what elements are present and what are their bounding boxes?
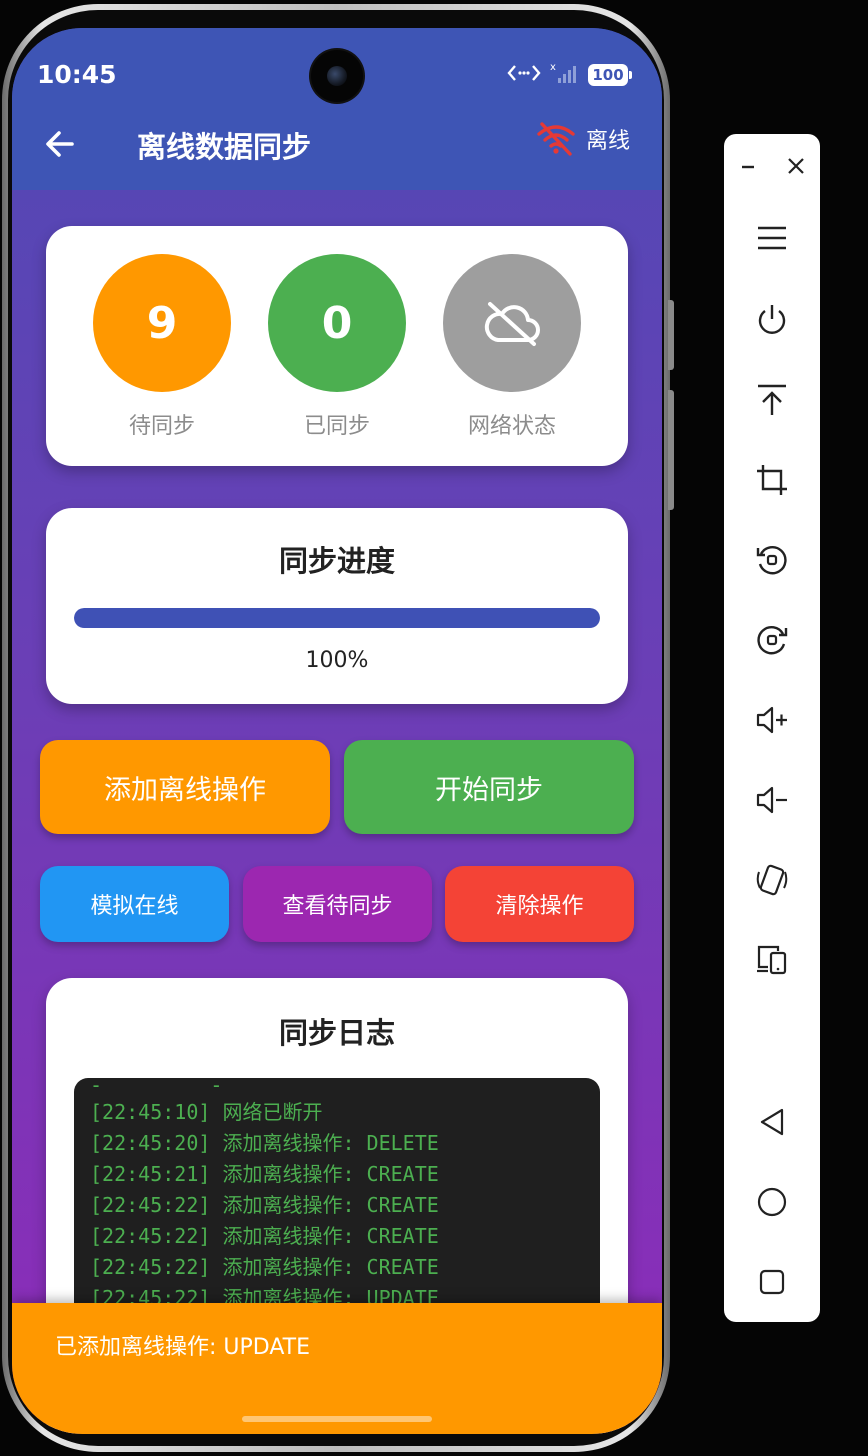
app-bar: 10:45 x 100 离线数据同步 离线	[12, 28, 662, 190]
side-button-power	[668, 390, 674, 510]
side-button-volume	[668, 300, 674, 370]
network-state-badge	[443, 254, 581, 392]
rotate-right-icon	[757, 626, 788, 655]
progress-bar	[74, 608, 600, 628]
progress-percent: 100%	[305, 648, 369, 673]
svg-text:x: x	[550, 62, 556, 73]
power-icon	[758, 305, 786, 334]
crop-icon	[757, 465, 787, 495]
signal-icon: x	[550, 61, 580, 89]
simulate-online-button[interactable]: 模拟在线	[40, 866, 229, 942]
home-nav-icon	[757, 1187, 787, 1217]
add-offline-operation-button[interactable]: 添加离线操作	[40, 740, 330, 834]
data-transfer-icon	[506, 61, 542, 89]
volume-down-button[interactable]	[724, 774, 820, 826]
pending-label: 待同步	[128, 414, 195, 439]
volume-down-icon	[756, 786, 787, 814]
volume-up-button[interactable]	[724, 694, 820, 746]
upload-button[interactable]	[724, 374, 820, 426]
progress-bar-fill	[74, 608, 600, 628]
synced-label: 已同步	[303, 414, 370, 439]
wifi-off-icon	[537, 122, 575, 156]
stat-synced: 0 已同步	[267, 254, 407, 440]
shake-icon	[756, 864, 788, 896]
clear-operations-button[interactable]: 清除操作	[445, 866, 634, 942]
stat-network: 网络状态	[442, 254, 582, 440]
log-line: [22:45:22] 添加离线操作: CREATE	[90, 1224, 439, 1248]
progress-card: 同步进度 100%	[46, 508, 628, 704]
close-icon	[788, 158, 804, 174]
power-button[interactable]	[724, 294, 820, 346]
rotate-left-icon	[756, 546, 787, 575]
cloud-off-icon	[484, 302, 540, 346]
log-line: [22:45:22] 添加离线操作: CREATE	[90, 1193, 439, 1217]
menu-icon	[758, 226, 786, 250]
rotate-right-button[interactable]	[724, 614, 820, 666]
minimize-icon	[742, 165, 754, 169]
battery-indicator: 100	[588, 64, 632, 86]
log-line: [22:45:20] 添加离线操作: DELETE	[90, 1131, 439, 1155]
nav-back-button[interactable]	[724, 1096, 820, 1148]
recents-nav-icon	[759, 1269, 785, 1295]
pending-count-badge: 9	[93, 254, 231, 392]
device-switch-button[interactable]	[724, 934, 820, 986]
device-switch-icon	[757, 945, 787, 975]
rotate-left-button[interactable]	[724, 534, 820, 586]
close-button[interactable]	[772, 140, 820, 192]
snackbar: 已添加离线操作: UPDATE	[12, 1303, 662, 1434]
upload-icon	[758, 384, 786, 415]
start-sync-button[interactable]: 开始同步	[344, 740, 634, 834]
network-status-label: 离线	[586, 129, 631, 154]
synced-count-badge: 0	[268, 254, 406, 392]
back-nav-icon	[760, 1108, 784, 1136]
back-button[interactable]	[40, 124, 80, 164]
snackbar-message: 已添加离线操作: UPDATE	[55, 1335, 311, 1360]
stats-card: 9 待同步 0 已同步 网络状态	[46, 226, 628, 466]
front-camera	[311, 50, 363, 102]
home-indicator[interactable]	[242, 1416, 432, 1422]
log-line: [22:45:22] 添加离线操作: CREATE	[90, 1255, 439, 1279]
network-status: 离线	[536, 122, 630, 156]
progress-title: 同步进度	[278, 544, 395, 578]
phone-screen: 10:45 x 100 离线数据同步 离线 9 待同步 0 已同步 网络状态 同…	[12, 28, 662, 1434]
arrow-left-icon	[46, 131, 74, 157]
emulator-toolbar	[724, 134, 820, 1322]
status-icons: x 100	[506, 61, 632, 89]
stat-pending: 9 待同步	[92, 254, 232, 440]
log-title: 同步日志	[278, 1016, 395, 1050]
crop-button[interactable]	[724, 454, 820, 506]
view-pending-button[interactable]: 查看待同步	[243, 866, 432, 942]
log-line: [22:45:21] 添加离线操作: CREATE	[90, 1162, 439, 1186]
volume-up-icon	[756, 706, 787, 734]
log-line: [22:45:10] 网络已断开	[90, 1100, 323, 1124]
nav-home-button[interactable]	[724, 1176, 820, 1228]
network-label: 网络状态	[467, 414, 556, 439]
shake-button[interactable]	[724, 854, 820, 906]
page-title: 离线数据同步	[137, 130, 312, 164]
status-time: 10:45	[37, 60, 117, 89]
nav-recents-button[interactable]	[724, 1256, 820, 1308]
minimize-button[interactable]	[724, 140, 772, 192]
menu-button[interactable]	[724, 212, 820, 264]
